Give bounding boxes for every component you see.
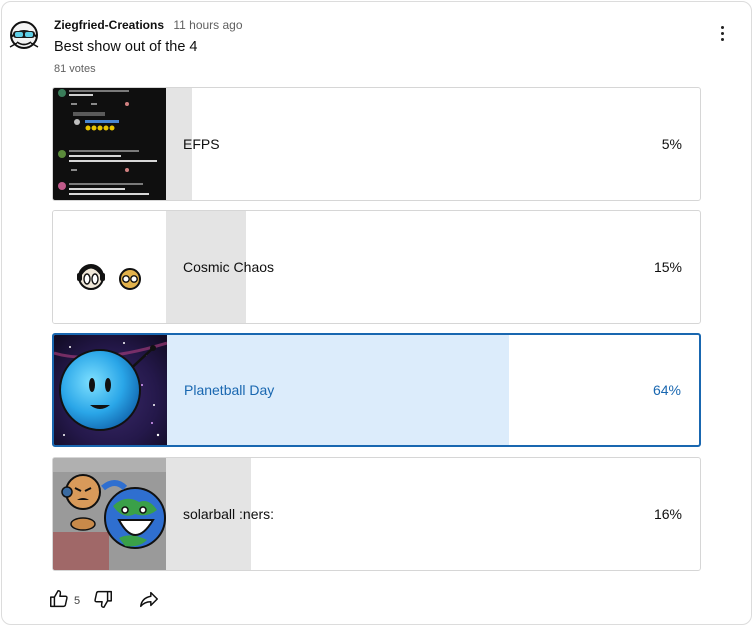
poll-option-planetball-day[interactable]: Planetball Day 64% (52, 333, 701, 447)
thumbs-up-icon (48, 588, 70, 615)
option-thumbnail-planetball-day (54, 335, 167, 445)
option-percent: 15% (653, 259, 682, 275)
option-thumbnail-efps (53, 88, 166, 200)
post-time[interactable]: 11 hours ago (173, 18, 242, 32)
option-label: Cosmic Chaos (183, 259, 275, 275)
option-label: EFPS (183, 136, 220, 152)
channel-avatar[interactable] (5, 16, 43, 54)
post-header: Ziegfried-Creations 11 hours ago (54, 18, 243, 32)
vote-count: 81 votes (54, 63, 96, 75)
poll-option-efps[interactable]: EFPS 5% (52, 87, 701, 201)
like-count: 5 (74, 595, 81, 607)
thumbs-down-icon (92, 588, 114, 615)
share-button[interactable] (138, 588, 160, 615)
post-actions: 5 (48, 588, 160, 614)
poll-question: Best show out of the 4 (54, 39, 198, 55)
option-label: Planetball Day (184, 382, 275, 398)
poll-option-cosmic-chaos[interactable]: Cosmic Chaos 15% (52, 210, 701, 324)
like-button[interactable]: 5 (48, 588, 80, 615)
poll-option-solarball[interactable]: solarball :ners: 16% (52, 457, 701, 571)
option-percent: 5% (661, 136, 682, 152)
option-thumbnail-solarball (53, 458, 166, 570)
option-thumbnail-cosmic-chaos (53, 211, 166, 323)
option-percent: 16% (653, 506, 682, 522)
option-percent: 64% (652, 382, 681, 398)
share-icon (138, 588, 160, 615)
author-name[interactable]: Ziegfried-Creations (54, 18, 164, 32)
more-vert-icon[interactable] (712, 24, 732, 48)
dislike-button[interactable] (92, 588, 114, 615)
option-label: solarball :ners: (183, 506, 275, 522)
